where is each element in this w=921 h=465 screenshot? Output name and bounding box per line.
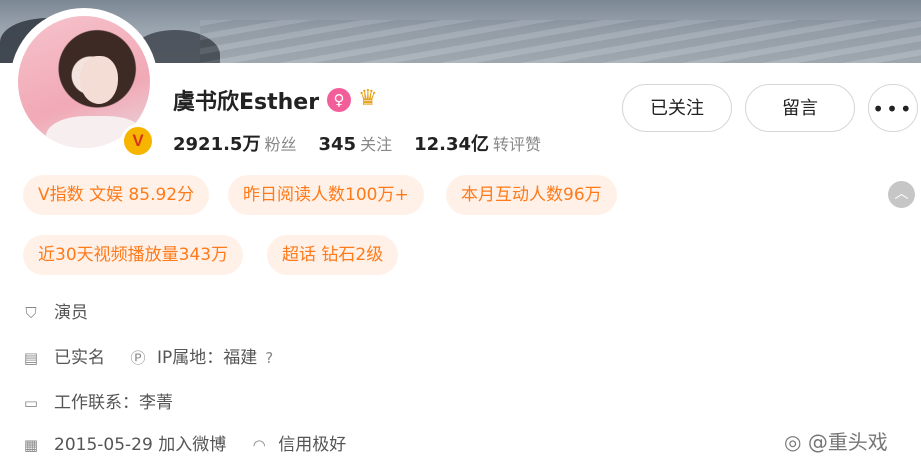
profile-stats: 2921.5万 粉丝 345 关注 12.34亿 转评赞	[173, 130, 563, 156]
credit-icon: ◠	[252, 436, 266, 454]
message-button[interactable]: 留言	[745, 84, 855, 132]
followers-label: 粉丝	[264, 135, 297, 154]
tag-daily-readers[interactable]: 昨日阅读人数100万+	[228, 175, 424, 215]
reposts-count: 12.34亿	[414, 134, 490, 155]
followers-count[interactable]: 2921.5万	[173, 134, 260, 155]
banner-sea	[200, 20, 921, 63]
info-joined-row: ▦ 2015-05-29 加入微博 ◠ 信用极好	[22, 430, 346, 455]
profile-name: 虞书欣Esther	[173, 90, 320, 115]
watermark-text: @重头戏	[807, 430, 888, 454]
more-options-button[interactable]: •••	[868, 84, 918, 132]
tag-video-views[interactable]: 近30天视频播放量343万	[23, 235, 244, 275]
info-contact-row: ▭ 工作联系：李菁	[22, 388, 173, 413]
info-occupation-row: ⛉ 演员	[22, 298, 88, 323]
ip-icon: Ⓟ	[130, 349, 146, 367]
tag-super-topic[interactable]: 超话 钻石2级	[267, 235, 399, 275]
work-contact-text: 工作联系：李菁	[54, 393, 173, 413]
female-icon: ♀	[327, 88, 351, 112]
document-icon: ▭	[23, 394, 39, 412]
tag-v-index[interactable]: V指数 文娱 85.92分	[23, 175, 210, 215]
help-icon[interactable]: ?	[265, 349, 273, 367]
calendar-icon: ▦	[23, 436, 39, 454]
collapse-chevron-up-icon[interactable]: ︿	[888, 181, 915, 208]
shield-icon: ⛉	[25, 304, 37, 322]
tag-monthly-interactions[interactable]: 本月互动人数96万	[446, 175, 617, 215]
following-count[interactable]: 345	[318, 134, 356, 155]
reposts-label: 转评赞	[493, 135, 542, 154]
crown-icon[interactable]: ♛	[358, 86, 378, 112]
following-label: 关注	[360, 135, 393, 154]
realname-text: 已实名	[54, 348, 105, 368]
credit-text: 信用极好	[278, 435, 347, 455]
ip-location-text: IP属地：福建	[157, 348, 258, 368]
avatar-face	[80, 56, 118, 104]
followed-button[interactable]: 已关注	[622, 84, 732, 132]
watermark: ◎ @重头戏	[784, 426, 888, 455]
joined-text: 2015-05-29 加入微博	[54, 435, 227, 455]
id-card-icon: ▤	[23, 349, 39, 367]
verified-badge-icon: V	[121, 124, 155, 158]
occupation-text: 演员	[54, 303, 88, 323]
info-identity-row: ▤ 已实名 Ⓟ IP属地：福建?	[22, 343, 273, 368]
weibo-logo-icon: ◎	[784, 430, 802, 454]
